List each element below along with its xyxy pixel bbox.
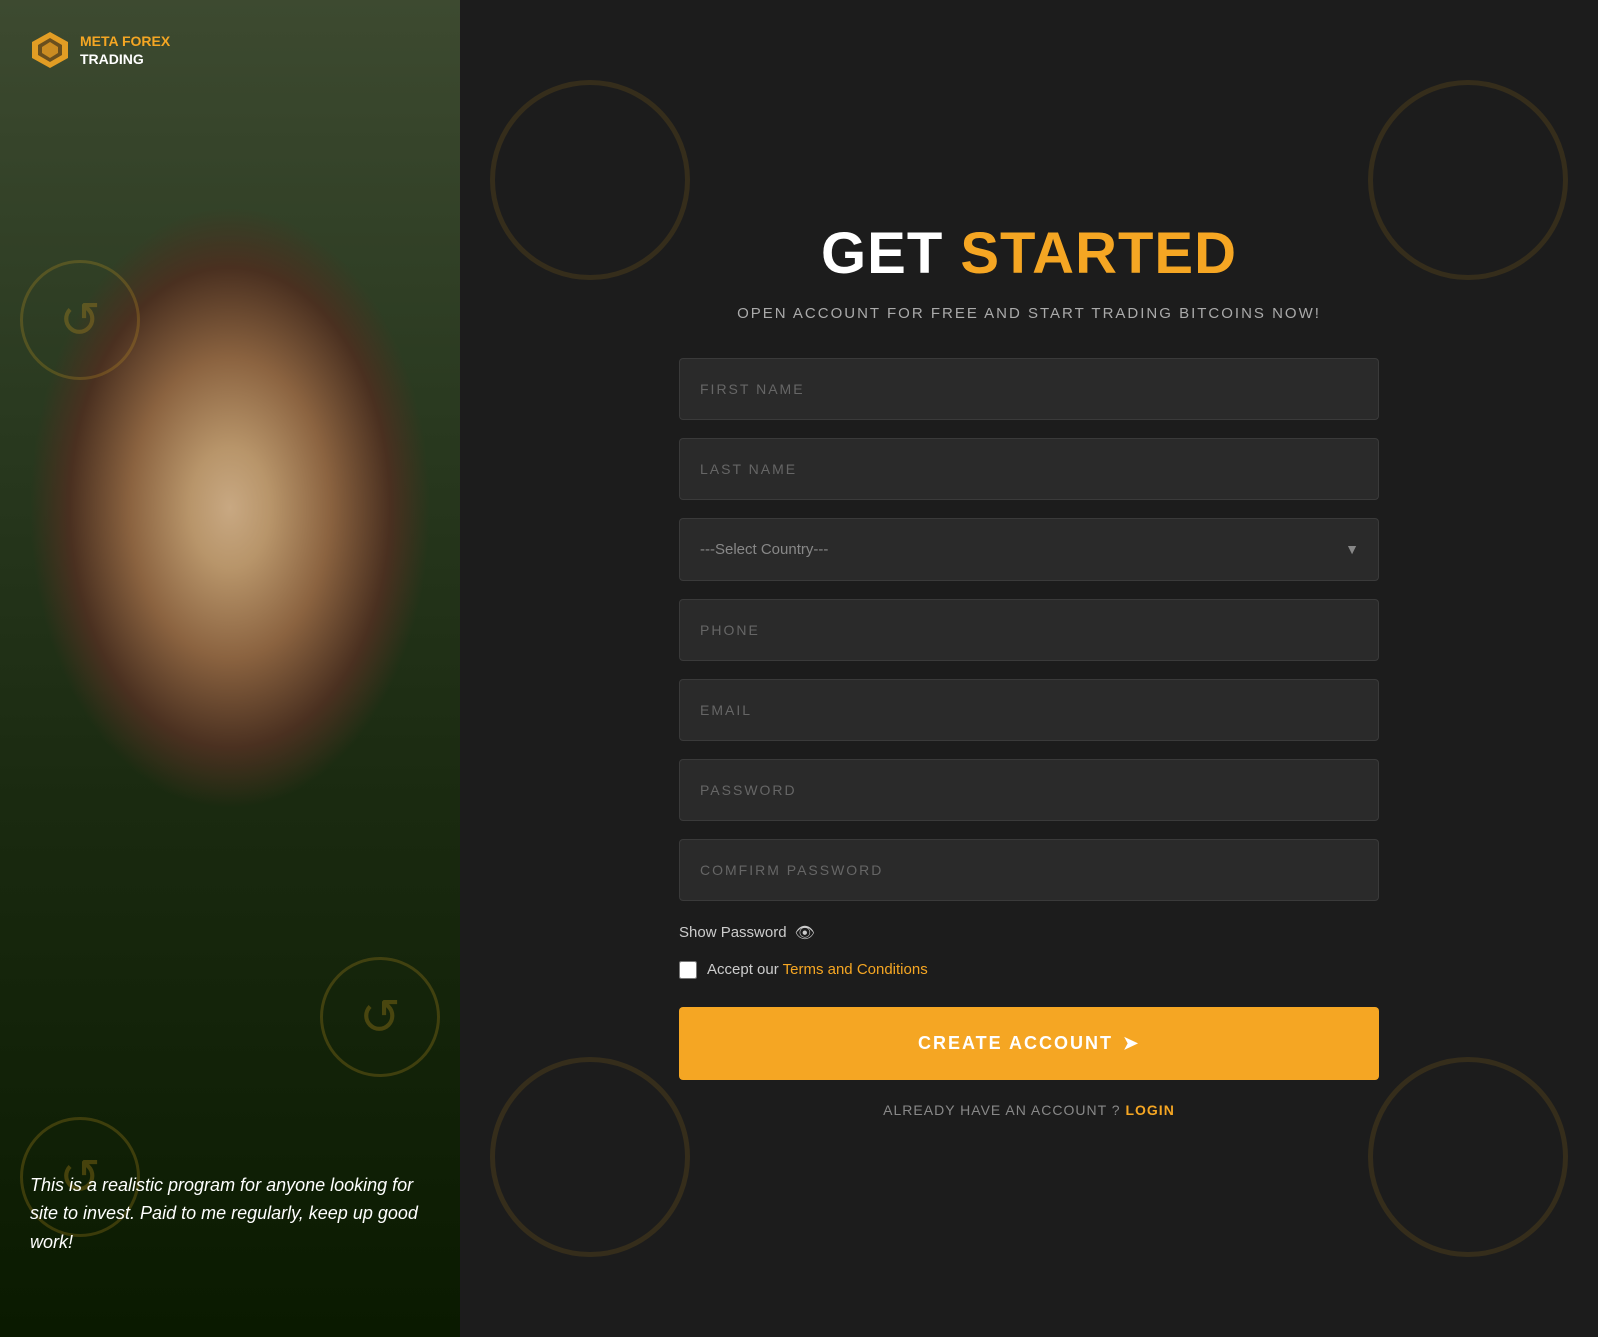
country-select-wrapper: ---Select Country--- United States Unite… [679, 518, 1379, 581]
country-group: ---Select Country--- United States Unite… [679, 518, 1379, 581]
password-group [679, 759, 1379, 821]
brand-name-line2: TRADING [80, 50, 170, 68]
headline-white: GET [821, 221, 943, 286]
wm-circle-top-right [1368, 80, 1568, 280]
left-panel: ↺ ↺ ↺ META FOREX TRADING This is a reali… [0, 0, 460, 1337]
brand-name-line1: META FOREX [80, 32, 170, 50]
country-select[interactable]: ---Select Country--- United States Unite… [679, 518, 1379, 581]
create-account-button[interactable]: CREATE ACCOUNT ➤ [679, 1007, 1379, 1080]
headline-orange: STARTED [960, 221, 1237, 286]
watermark-circle-1: ↺ [20, 260, 140, 380]
terms-checkbox[interactable] [679, 961, 697, 979]
login-link[interactable]: LOGIN [1125, 1102, 1174, 1118]
wm-circle-top-left [490, 80, 690, 280]
show-password-label[interactable]: Show Password [679, 924, 787, 941]
arrow-icon: ➤ [1123, 1033, 1140, 1054]
right-panel: GET STARTED OPEN ACCOUNT FOR FREE AND ST… [460, 0, 1598, 1337]
eye-icon[interactable]: 👁 [795, 923, 815, 943]
wm-circle-bottom-right [1368, 1057, 1568, 1257]
watermark-circle-2: ↺ [320, 957, 440, 1077]
logo-text: META FOREX TRADING [80, 32, 170, 68]
terms-prefix: Accept our [707, 961, 779, 978]
logo-icon [30, 30, 70, 70]
terms-label: Accept our Terms and Conditions [707, 961, 928, 978]
confirm-password-group [679, 839, 1379, 901]
email-input[interactable] [679, 679, 1379, 741]
phone-group [679, 599, 1379, 661]
first-name-group [679, 358, 1379, 420]
headline: GET STARTED [821, 220, 1237, 287]
form-container: GET STARTED OPEN ACCOUNT FOR FREE AND ST… [679, 220, 1379, 1118]
phone-input[interactable] [679, 599, 1379, 661]
create-account-label: CREATE ACCOUNT [918, 1033, 1113, 1054]
password-input[interactable] [679, 759, 1379, 821]
login-row: ALREADY HAVE AN ACCOUNT ? LOGIN [883, 1102, 1175, 1118]
email-group [679, 679, 1379, 741]
confirm-password-input[interactable] [679, 839, 1379, 901]
wm-circle-bottom-left [490, 1057, 690, 1257]
last-name-group [679, 438, 1379, 500]
show-password-row: Show Password 👁 [679, 923, 1379, 943]
already-account-text: ALREADY HAVE AN ACCOUNT ? [883, 1102, 1120, 1118]
last-name-input[interactable] [679, 438, 1379, 500]
logo-area: META FOREX TRADING [30, 30, 170, 70]
testimonial-area: This is a realistic program for anyone l… [30, 1171, 430, 1257]
testimonial-text: This is a realistic program for anyone l… [30, 1171, 430, 1257]
first-name-input[interactable] [679, 358, 1379, 420]
terms-row: Accept our Terms and Conditions [679, 961, 1379, 979]
terms-link[interactable]: Terms and Conditions [783, 961, 928, 978]
subtitle: OPEN ACCOUNT FOR FREE AND START TRADING … [737, 305, 1321, 322]
